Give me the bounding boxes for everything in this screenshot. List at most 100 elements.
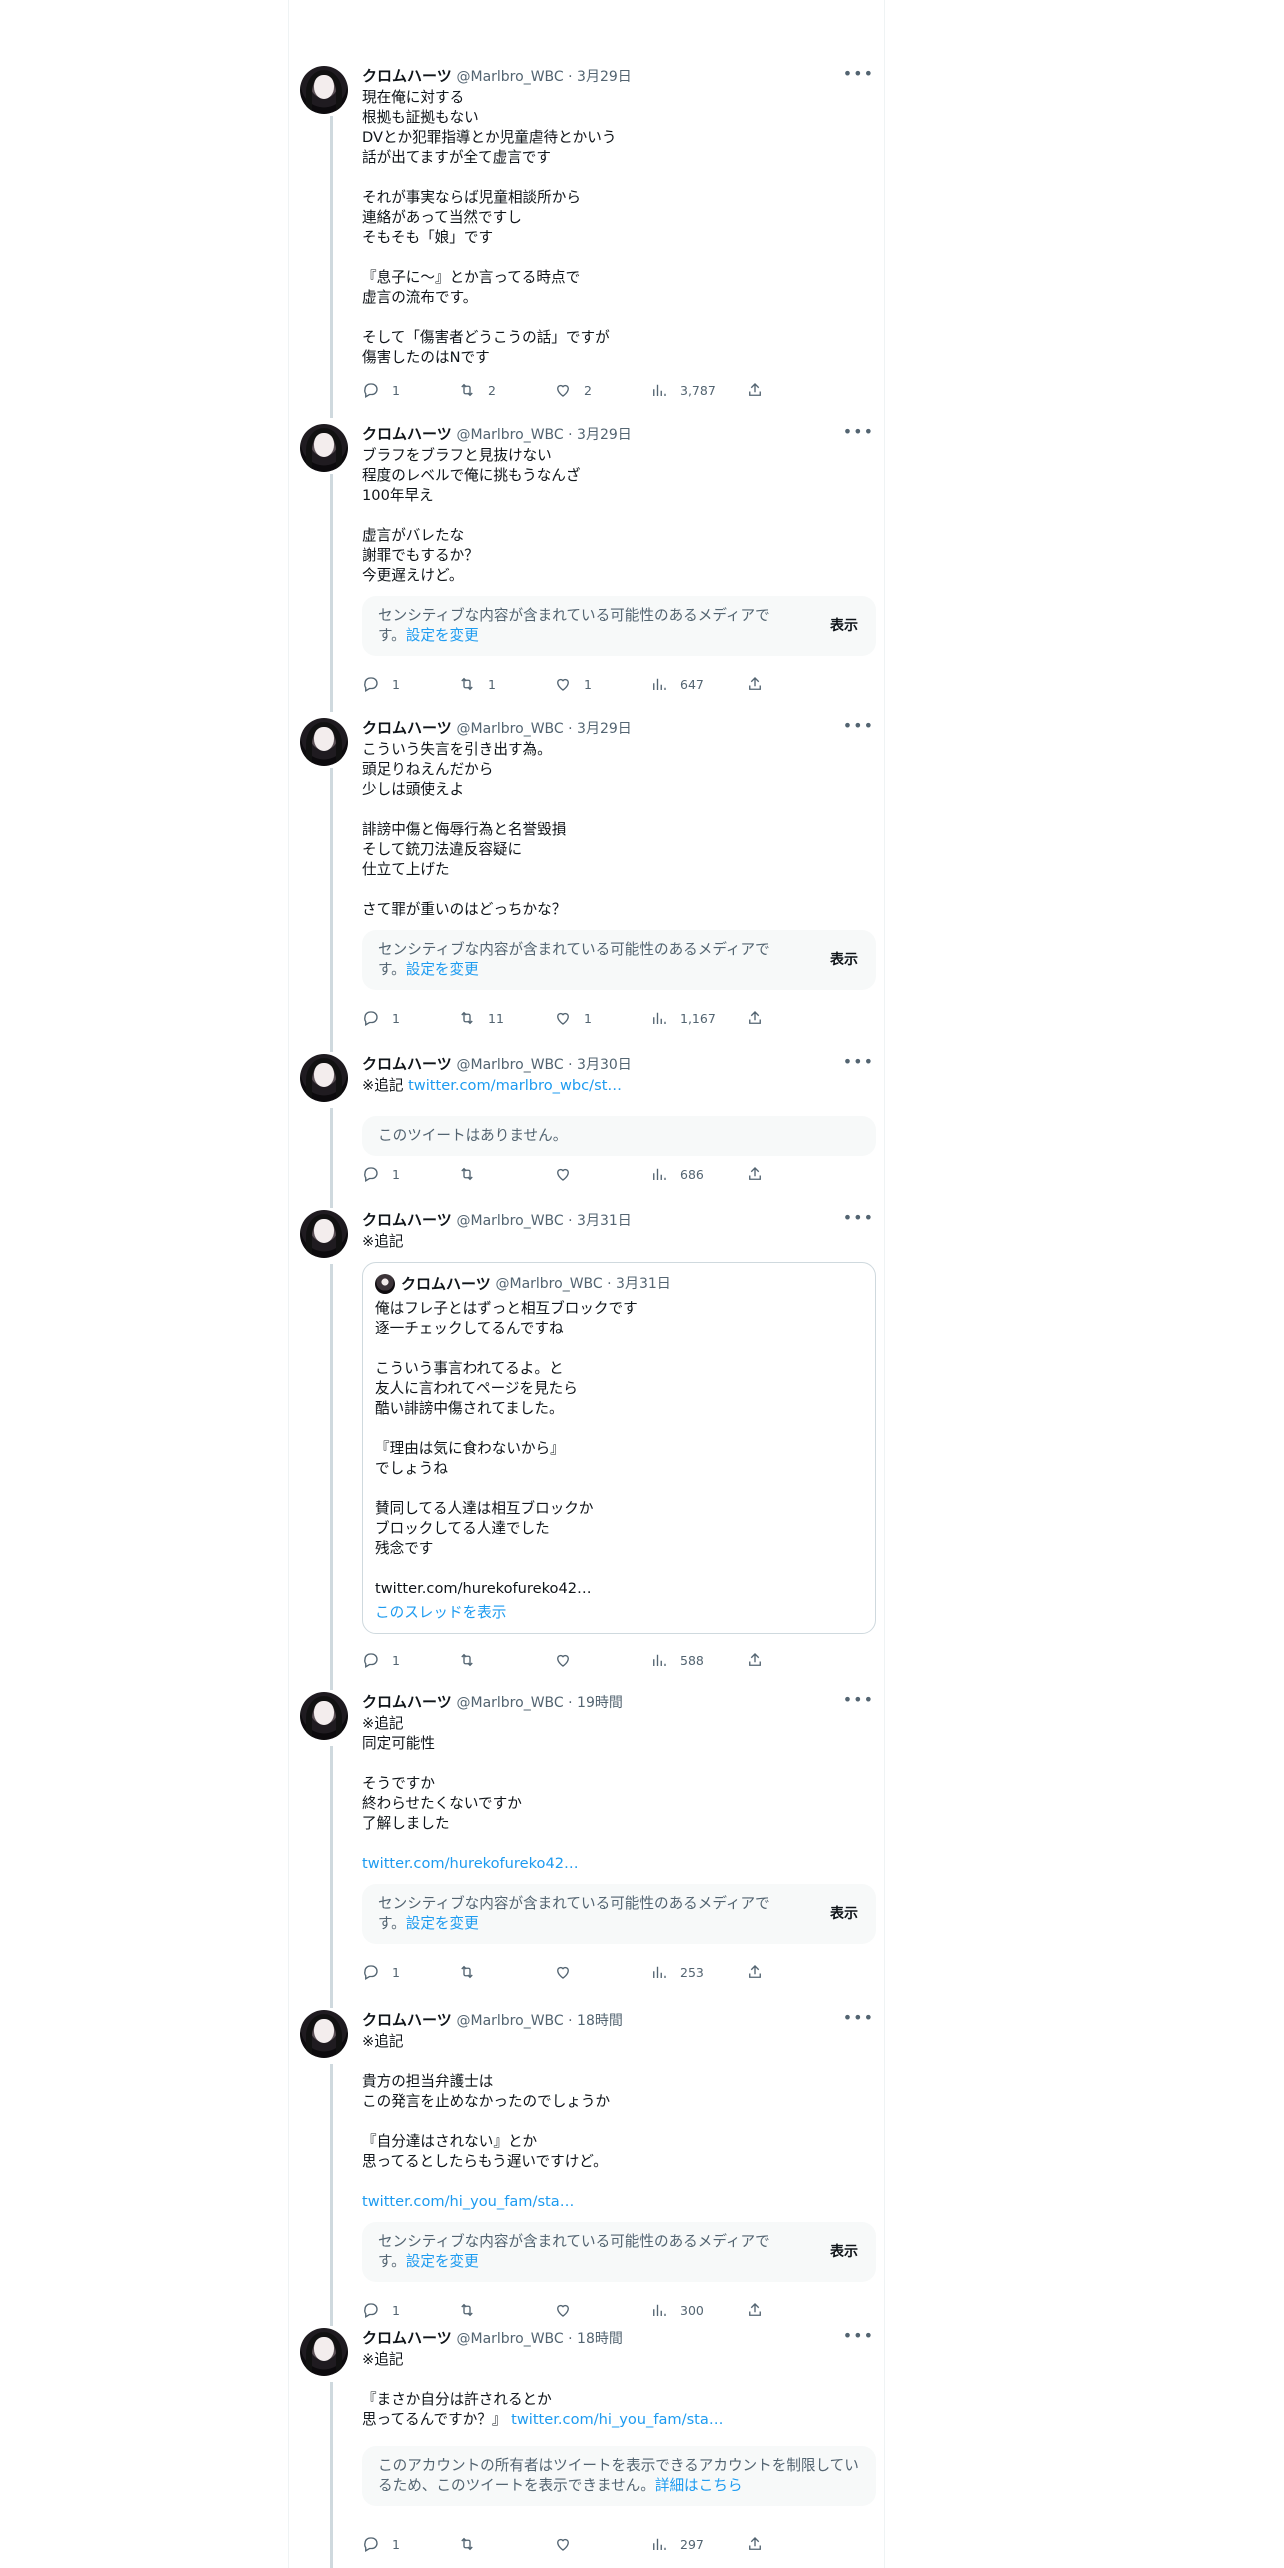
more-icon[interactable]: ••• — [843, 64, 874, 83]
show-thread-link[interactable]: このスレッドを表示 — [375, 1603, 863, 1623]
thread-line — [330, 1108, 333, 1208]
display-name[interactable]: クロムハーツ — [362, 425, 452, 443]
share-button[interactable] — [746, 2534, 776, 2554]
show-button[interactable]: 表示 — [830, 950, 858, 970]
share-button[interactable] — [746, 1164, 776, 1184]
view-count: 3,787 — [680, 382, 716, 398]
avatar[interactable] — [300, 66, 348, 114]
more-icon[interactable]: ••• — [843, 1052, 874, 1071]
share-icon — [749, 2537, 761, 2550]
timestamp[interactable]: 3月30日 — [577, 1057, 632, 1073]
more-icon[interactable]: ••• — [843, 716, 874, 735]
share-button[interactable] — [746, 380, 776, 400]
more-icon[interactable]: ••• — [843, 1690, 874, 1709]
share-button[interactable] — [746, 1650, 776, 1670]
retweet-button[interactable] — [458, 2534, 554, 2554]
reply-button[interactable]: 1 — [362, 1962, 458, 1982]
more-icon[interactable]: ••• — [843, 2326, 874, 2345]
avatar[interactable] — [300, 2010, 348, 2058]
change-settings-link[interactable]: 設定を変更 — [406, 627, 479, 644]
reply-button[interactable]: 1 — [362, 2534, 458, 2554]
reply-button[interactable]: 1 — [362, 1650, 458, 1670]
tweet-text: ※追記 貴方の担当弁護士は この発言を止めなかったのでしょうか 『自分達はされな… — [362, 2033, 611, 2170]
like-button[interactable] — [554, 1962, 650, 1982]
learn-more-link[interactable]: 詳細はこちら — [655, 2477, 743, 2494]
timestamp[interactable]: 3月29日 — [577, 427, 632, 443]
retweet-button[interactable]: 1 — [458, 674, 554, 694]
handle[interactable]: @Marlbro_WBC — [456, 69, 563, 85]
more-icon[interactable]: ••• — [843, 2008, 874, 2027]
show-button[interactable]: 表示 — [830, 1904, 858, 1924]
timestamp[interactable]: 18時間 — [577, 2013, 623, 2029]
like-button[interactable] — [554, 2300, 650, 2320]
avatar[interactable] — [300, 2328, 348, 2376]
avatar[interactable] — [300, 1054, 348, 1102]
views-button[interactable]: 297 — [650, 2534, 746, 2554]
tweet-link[interactable]: twitter.com/hurekofureko42… — [362, 1854, 876, 1874]
show-button[interactable]: 表示 — [830, 2242, 858, 2262]
avatar[interactable] — [300, 1692, 348, 1740]
tweet-link[interactable]: twitter.com/hi_you_fam/sta… — [362, 2192, 876, 2212]
like-button[interactable] — [554, 1164, 650, 1184]
views-button[interactable]: 588 — [650, 1650, 746, 1670]
display-name[interactable]: クロムハーツ — [362, 67, 452, 85]
timestamp[interactable]: 18時間 — [577, 2331, 623, 2347]
retweet-button[interactable] — [458, 1164, 554, 1184]
share-button[interactable] — [746, 1962, 776, 1982]
like-button[interactable]: 2 — [554, 380, 650, 400]
share-button[interactable] — [746, 2300, 776, 2320]
retweet-button[interactable]: 2 — [458, 380, 554, 400]
like-button[interactable] — [554, 1650, 650, 1670]
handle[interactable]: @Marlbro_WBC — [456, 2331, 563, 2347]
display-name[interactable]: クロムハーツ — [362, 1693, 452, 1711]
timestamp[interactable]: 3月31日 — [577, 1213, 632, 1229]
tweet-link[interactable]: twitter.com/marlbro_wbc/st… — [408, 1077, 622, 1094]
like-button[interactable]: 1 — [554, 1008, 650, 1028]
handle[interactable]: @Marlbro_WBC — [456, 2013, 563, 2029]
handle[interactable]: @Marlbro_WBC — [456, 1695, 563, 1711]
display-name[interactable]: クロムハーツ — [362, 2011, 452, 2029]
share-button[interactable] — [746, 674, 776, 694]
more-icon[interactable]: ••• — [843, 1208, 874, 1227]
display-name[interactable]: クロムハーツ — [362, 719, 452, 737]
views-button[interactable]: 253 — [650, 1962, 746, 1982]
handle[interactable]: @Marlbro_WBC — [456, 1213, 563, 1229]
timestamp[interactable]: 19時間 — [577, 1695, 623, 1711]
change-settings-link[interactable]: 設定を変更 — [406, 961, 479, 978]
retweet-button[interactable]: 11 — [458, 1008, 554, 1028]
share-button[interactable] — [746, 1008, 776, 1028]
timestamp[interactable]: 3月29日 — [577, 69, 632, 85]
views-button[interactable]: 1,167 — [650, 1008, 746, 1028]
views-button[interactable]: 300 — [650, 2300, 746, 2320]
reply-button[interactable]: 1 — [362, 2300, 458, 2320]
more-icon[interactable]: ••• — [843, 422, 874, 441]
handle[interactable]: @Marlbro_WBC — [456, 427, 563, 443]
retweet-button[interactable] — [458, 1650, 554, 1670]
display-name[interactable]: クロムハーツ — [362, 2329, 452, 2347]
retweet-button[interactable] — [458, 2300, 554, 2320]
quote-tweet[interactable]: クロムハーツ @Marlbro_WBC · 3月31日 俺はフレ子とはずっと相互… — [362, 1262, 876, 1634]
reply-button[interactable]: 1 — [362, 674, 458, 694]
display-name[interactable]: クロムハーツ — [362, 1055, 452, 1073]
views-button[interactable]: 3,787 — [650, 380, 746, 400]
avatar[interactable] — [300, 1210, 348, 1258]
like-button[interactable]: 1 — [554, 674, 650, 694]
tweet-text: ※追記 — [362, 1233, 404, 1250]
show-button[interactable]: 表示 — [830, 616, 858, 636]
timestamp[interactable]: 3月29日 — [577, 721, 632, 737]
avatar[interactable] — [300, 424, 348, 472]
change-settings-link[interactable]: 設定を変更 — [406, 1915, 479, 1932]
change-settings-link[interactable]: 設定を変更 — [406, 2253, 479, 2270]
reply-button[interactable]: 1 — [362, 1008, 458, 1028]
views-button[interactable]: 686 — [650, 1164, 746, 1184]
handle[interactable]: @Marlbro_WBC — [456, 721, 563, 737]
reply-button[interactable]: 1 — [362, 1164, 458, 1184]
like-button[interactable] — [554, 2534, 650, 2554]
avatar[interactable] — [300, 718, 348, 766]
reply-button[interactable]: 1 — [362, 380, 458, 400]
display-name[interactable]: クロムハーツ — [362, 1211, 452, 1229]
tweet-link[interactable]: twitter.com/hi_you_fam/sta… — [511, 2411, 723, 2428]
retweet-button[interactable] — [458, 1962, 554, 1982]
views-button[interactable]: 647 — [650, 674, 746, 694]
handle[interactable]: @Marlbro_WBC — [456, 1057, 563, 1073]
